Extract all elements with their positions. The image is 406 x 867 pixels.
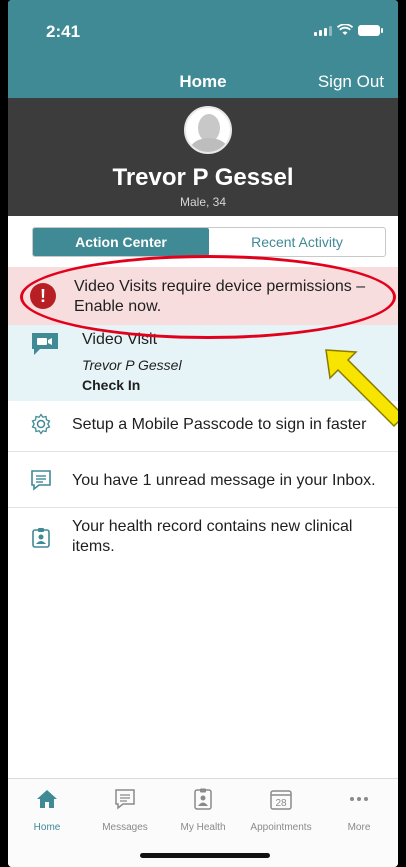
tab-recent-activity[interactable]: Recent Activity <box>209 228 385 256</box>
list-item[interactable]: You have 1 unread message in your Inbox. <box>8 457 398 507</box>
list-item-text: Setup a Mobile Passcode to sign in faste… <box>72 416 367 433</box>
signal-icon <box>314 26 332 36</box>
calendar-day: 28 <box>275 798 287 809</box>
profile-details: Male, 34 <box>179 195 227 209</box>
status-icons <box>314 24 383 36</box>
status-time: 2:41 <box>46 22 81 41</box>
tab-label: My Health <box>180 822 226 833</box>
video-visit-title: Video Visit <box>82 331 158 348</box>
divider <box>8 451 398 452</box>
tab-my-health[interactable]: My Health <box>164 787 242 833</box>
home-icon <box>37 790 57 808</box>
video-chat-icon <box>32 333 58 355</box>
video-visit-patient: Trevor P Gessel <box>82 357 182 373</box>
tab-label: More <box>347 822 371 833</box>
avatar[interactable] <box>184 106 232 154</box>
list-item-text: You have 1 unread message in your Inbox. <box>72 472 376 489</box>
profile-name: Trevor P Gessel <box>112 164 294 191</box>
divider <box>8 507 398 508</box>
tab-appointments[interactable]: 28 Appointments <box>242 787 320 833</box>
sign-out-button[interactable]: Sign Out <box>318 72 384 92</box>
tab-label: Messages <box>102 822 148 833</box>
check-in-button[interactable]: Check In <box>82 377 140 393</box>
navigation-bar: 2:41 Home Sign Out <box>8 0 398 98</box>
home-indicator <box>140 853 270 858</box>
battery-icon <box>358 25 383 36</box>
exclamation-icon: ! <box>30 283 56 309</box>
tab-more[interactable]: More <box>320 787 398 833</box>
alert-text: Video Visits require device permissions … <box>74 278 366 315</box>
video-permissions-alert[interactable]: ! Video Visits require device permission… <box>8 267 398 325</box>
health-record-icon <box>32 528 50 548</box>
messages-icon <box>115 789 135 810</box>
tab-label: Home <box>33 822 61 833</box>
message-icon <box>31 470 51 491</box>
segmented-control: Action Center Recent Activity <box>32 227 386 257</box>
my-health-icon <box>194 788 212 810</box>
wifi-icon <box>337 24 353 35</box>
video-visit-card[interactable]: Video Visit Trevor P Gessel Check In <box>8 325 398 401</box>
list-item[interactable]: Your health record contains new clinical… <box>8 513 398 573</box>
list-item-text: Your health record contains new clinical… <box>72 518 353 555</box>
list-item[interactable]: Setup a Mobile Passcode to sign in faste… <box>8 401 398 447</box>
profile-header: Trevor P Gessel Male, 34 <box>8 98 398 216</box>
tab-label: Appointments <box>250 822 312 833</box>
tab-action-center[interactable]: Action Center <box>33 228 209 256</box>
phone-screen: 2:41 Home Sign Out Trevor P Gessel Male,… <box>8 0 398 867</box>
gear-icon <box>31 413 51 435</box>
tab-messages[interactable]: Messages <box>86 787 164 833</box>
calendar-icon: 28 <box>270 790 292 810</box>
tab-home[interactable]: Home <box>8 787 86 833</box>
more-icon <box>350 797 368 801</box>
